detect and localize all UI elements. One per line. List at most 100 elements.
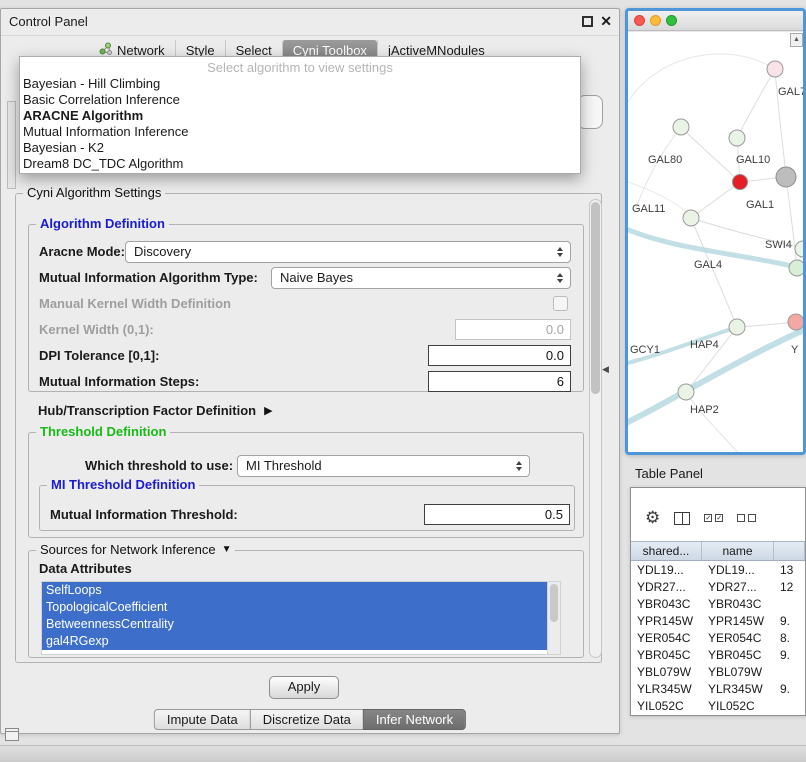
network-node[interactable] — [678, 384, 694, 400]
menu-item[interactable]: Bayesian - Hill Climbing — [20, 76, 580, 92]
network-window-titlebar[interactable] — [628, 11, 803, 31]
column-header[interactable]: shared... — [631, 542, 702, 560]
list-scrollbar[interactable] — [547, 582, 560, 654]
network-view-window: GAL7 GAL80 GAL10 GAL11 GAL1 SWI4 GAL4 GC… — [625, 8, 806, 455]
dpi-tolerance-input[interactable] — [428, 345, 571, 366]
attribute-items: SelfLoops TopologicalCoefficient Between… — [42, 582, 547, 654]
menu-item[interactable]: Bayesian - K2 — [20, 140, 580, 156]
algorithm-dropdown-popup: Select algorithm to view settings Bayesi… — [19, 56, 581, 174]
network-node[interactable] — [776, 167, 796, 187]
sources-title-label: Sources for Network Inference — [40, 542, 216, 557]
column-header[interactable]: name — [702, 542, 774, 560]
table-row[interactable]: YLR345W YLR345W 9. — [631, 681, 805, 698]
obscured-panel-edge — [7, 101, 16, 189]
dpi-tolerance-label: DPI Tolerance [0,1]: — [39, 345, 159, 367]
which-threshold-label: Which threshold to use: — [85, 455, 233, 477]
manual-kernel-label: Manual Kernel Width Definition — [39, 293, 231, 315]
network-node[interactable] — [733, 175, 748, 190]
network-node[interactable] — [767, 61, 783, 77]
table-row[interactable]: YIL052C YIL052C — [631, 698, 805, 715]
table-cell: YIL052C — [702, 698, 774, 715]
column-header[interactable] — [774, 542, 805, 560]
mi-steps-label: Mutual Information Steps: — [39, 371, 199, 393]
sources-group: Sources for Network Inference ▼ Data Att… — [28, 550, 584, 658]
kernel-width-input[interactable] — [455, 319, 571, 340]
hub-definition-label: Hub/Transcription Factor Definition — [38, 403, 256, 418]
tab-impute-data[interactable]: Impute Data — [154, 709, 251, 730]
list-item[interactable]: TopologicalCoefficient — [42, 599, 547, 616]
table-row[interactable]: YBR045C YBR045C 9. — [631, 647, 805, 664]
mi-steps-input[interactable] — [428, 371, 571, 392]
menu-item[interactable]: Basic Correlation Inference — [20, 92, 580, 108]
mi-type-select[interactable]: Naive Bayes — [271, 267, 571, 289]
node-label: Y — [791, 344, 799, 356]
expand-right-icon[interactable]: ▶ — [264, 404, 272, 417]
minimize-traffic-light[interactable] — [650, 15, 661, 26]
control-panel-window: Control Panel ✕ Network Style Select Cyn… — [0, 8, 620, 734]
network-node[interactable] — [673, 119, 689, 135]
tab-infer-network[interactable]: Infer Network — [363, 709, 466, 730]
aracne-mode-select[interactable]: Discovery — [125, 241, 571, 263]
table-cell: YPR145W — [631, 613, 702, 630]
popup-prompt: Select algorithm to view settings — [20, 60, 580, 76]
close-traffic-light[interactable] — [634, 15, 645, 26]
data-attributes-list[interactable]: SelfLoops TopologicalCoefficient Between… — [41, 581, 561, 655]
gear-icon[interactable]: ⚙ — [645, 508, 660, 528]
table-row[interactable]: YBR043C YBR043C — [631, 596, 805, 613]
scroll-up-icon[interactable]: ▲ — [790, 33, 803, 47]
node-label: GAL80 — [648, 154, 682, 166]
list-item[interactable]: SelfLoops — [42, 582, 547, 599]
deselect-all-columns-icon[interactable] — [737, 514, 756, 522]
float-window-icon[interactable] — [582, 16, 593, 27]
table-row[interactable]: YPR145W YPR145W 9. — [631, 613, 805, 630]
node-label: GAL10 — [736, 154, 770, 166]
kernel-width-label: Kernel Width (0,1): — [39, 319, 154, 341]
collapse-down-icon[interactable]: ▼ — [222, 542, 232, 557]
table-cell: 9. — [774, 681, 805, 698]
apply-button[interactable]: Apply — [269, 676, 339, 699]
table-cell: YDR27... — [702, 579, 774, 596]
scrollbar-thumb[interactable] — [550, 584, 558, 622]
hub-definition-section[interactable]: Hub/Transcription Factor Definition ▶ — [38, 400, 273, 420]
columns-icon[interactable] — [674, 512, 690, 525]
table-row[interactable]: YER054C YER054C 8. — [631, 630, 805, 647]
network-node[interactable] — [683, 210, 699, 226]
table-row[interactable]: YBL079W YBL079W — [631, 664, 805, 681]
settings-scrollbar[interactable] — [589, 199, 602, 658]
table-row[interactable]: YDL19... YDL19... 13 — [631, 562, 805, 579]
menu-item[interactable]: Dream8 DC_TDC Algorithm — [20, 156, 580, 172]
table-cell — [774, 664, 805, 681]
table-cell: YDR27... — [631, 579, 702, 596]
manual-kernel-checkbox[interactable] — [553, 296, 568, 311]
table-row[interactable]: YDR27... YDR27... 12 — [631, 579, 805, 596]
aracne-mode-value: Discovery — [134, 242, 191, 262]
network-canvas[interactable]: GAL7 GAL80 GAL10 GAL11 GAL1 SWI4 GAL4 GC… — [628, 32, 803, 452]
window-title: Control Panel — [9, 14, 88, 29]
network-node[interactable] — [788, 314, 803, 330]
zoom-traffic-light[interactable] — [666, 15, 677, 26]
network-node[interactable] — [729, 319, 745, 335]
menu-item[interactable]: Mutual Information Inference — [20, 124, 580, 140]
docked-panel-icon[interactable] — [5, 728, 19, 741]
list-item[interactable]: BetweennessCentrality — [42, 616, 547, 633]
table-header: shared... name — [631, 541, 805, 561]
table-toolbar: ⚙ — [645, 508, 756, 528]
close-icon[interactable]: ✕ — [600, 13, 612, 30]
table-cell: YLR345W — [702, 681, 774, 698]
mi-threshold-input[interactable] — [424, 504, 570, 525]
table-cell: 9. — [774, 613, 805, 630]
which-threshold-select[interactable]: MI Threshold — [237, 455, 530, 477]
table-panel-window: ⚙ shared... name YDL19... YDL19... 13 YD… — [630, 487, 806, 716]
network-node[interactable] — [795, 241, 803, 257]
scrollbar-thumb[interactable] — [591, 202, 600, 394]
network-node[interactable] — [729, 130, 745, 146]
menu-item[interactable]: ARACNE Algorithm — [20, 108, 580, 124]
cyni-algorithm-settings-group: Cyni Algorithm Settings Algorithm Defini… — [15, 193, 602, 663]
list-item[interactable]: gal4RGexp — [42, 633, 547, 650]
network-node[interactable] — [789, 260, 803, 276]
select-all-columns-icon[interactable] — [704, 514, 723, 522]
splitpane-collapse-icon[interactable]: ◀ — [602, 364, 609, 375]
tab-discretize-data[interactable]: Discretize Data — [250, 709, 364, 730]
manual-kernel-row: Manual Kernel Width Definition — [29, 293, 583, 315]
which-threshold-value: MI Threshold — [246, 456, 322, 476]
